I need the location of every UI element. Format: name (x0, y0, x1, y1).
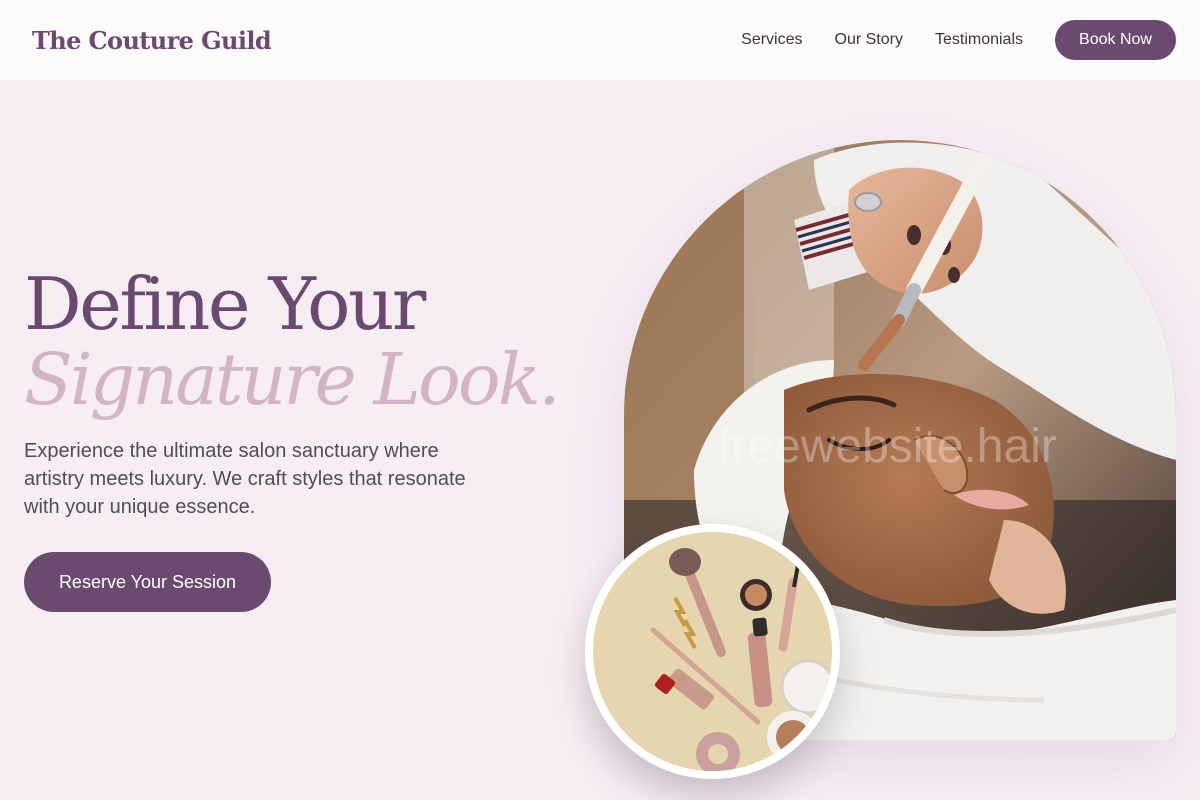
reserve-session-button[interactable]: Reserve Your Session (24, 552, 271, 612)
makeup-inset-frame (593, 532, 832, 771)
hero-title: Define Your Signature Look. (24, 262, 561, 421)
nav-link-testimonials[interactable]: Testimonials (935, 31, 1023, 49)
main-nav: Services Our Story Testimonials Book Now (741, 20, 1176, 60)
nav-link-services[interactable]: Services (741, 31, 802, 49)
makeup-inset-photo (585, 524, 840, 779)
makeup-flatlay-photo (593, 532, 832, 771)
hero-title-line1: Define Your (24, 262, 426, 346)
book-now-button[interactable]: Book Now (1055, 20, 1176, 60)
brand-logo[interactable]: The Couture Guild (32, 26, 272, 55)
photo-watermark: freewebsite.hair (718, 420, 1057, 473)
hero-description: Experience the ultimate salon sanctuary … (24, 440, 466, 518)
site-header: The Couture Guild Services Our Story Tes… (0, 0, 1200, 80)
hero-title-line2: Signature Look. (24, 338, 561, 421)
nav-link-our-story[interactable]: Our Story (835, 31, 903, 49)
